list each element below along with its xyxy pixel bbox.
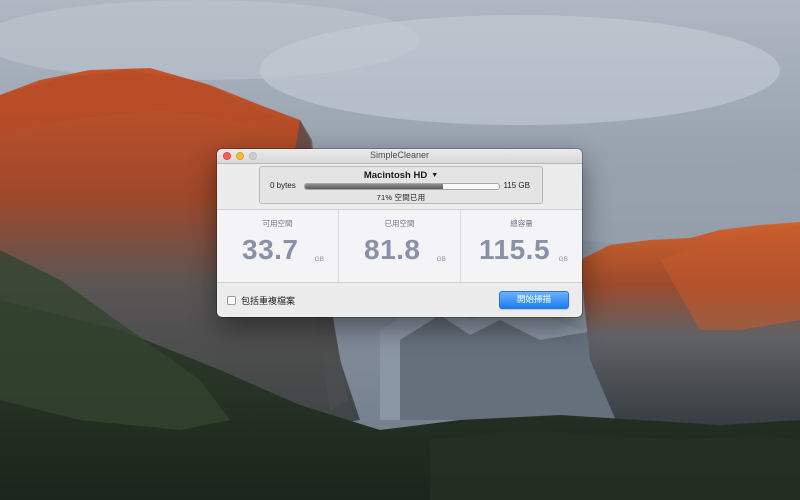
stat-label: 已用空間 [384, 219, 415, 228]
include-duplicates-option[interactable]: 包括重複檔案 [227, 294, 295, 307]
include-duplicates-label: 包括重複檔案 [241, 296, 296, 306]
simplecleaner-window: SimpleCleaner Macintosh HD ▼ 0 bytes 115 … [217, 149, 582, 317]
stat-available: 可用空間 33.7 GB [217, 210, 338, 282]
disk-max-label: 115 GB [503, 181, 530, 190]
title-bar[interactable]: SimpleCleaner [217, 149, 582, 164]
disk-usage-caption: 71% 空間已用 [376, 193, 426, 202]
disk-usage-fill [305, 184, 443, 189]
stat-label: 可用空間 [262, 219, 293, 228]
disk-usage-bar [304, 183, 500, 190]
footer: 包括重複檔案 開始掃描 [217, 282, 582, 317]
start-scan-button[interactable]: 開始掃描 [499, 291, 569, 309]
window-title: SimpleCleaner [369, 150, 430, 160]
stat-used: 已用空間 81.8 GB [338, 210, 460, 282]
disk-usage-panel: Macintosh HD ▼ 0 bytes 115 GB 71% 空間已用 [259, 166, 543, 204]
stat-unit: GB [558, 256, 568, 263]
disk-name: Macintosh HD [363, 170, 428, 181]
dropdown-arrow-icon: ▼ [431, 172, 439, 179]
stat-total: 總容量 115.5 GB [460, 210, 582, 282]
disk-min-label: 0 bytes [270, 181, 296, 190]
stat-unit: GB [436, 256, 446, 263]
stat-unit: GB [314, 256, 324, 263]
disk-selector[interactable]: Macintosh HD ▼ [260, 170, 542, 181]
stats-panel: 可用空間 33.7 GB 已用空間 81.8 GB 總容量 115.5 GB [217, 209, 582, 283]
stat-value: 115.5 [479, 234, 551, 265]
stat-value: 81.8 [364, 234, 421, 265]
include-duplicates-checkbox[interactable] [227, 296, 236, 305]
stat-value: 33.7 [242, 234, 299, 265]
stat-label: 總容量 [510, 219, 533, 228]
